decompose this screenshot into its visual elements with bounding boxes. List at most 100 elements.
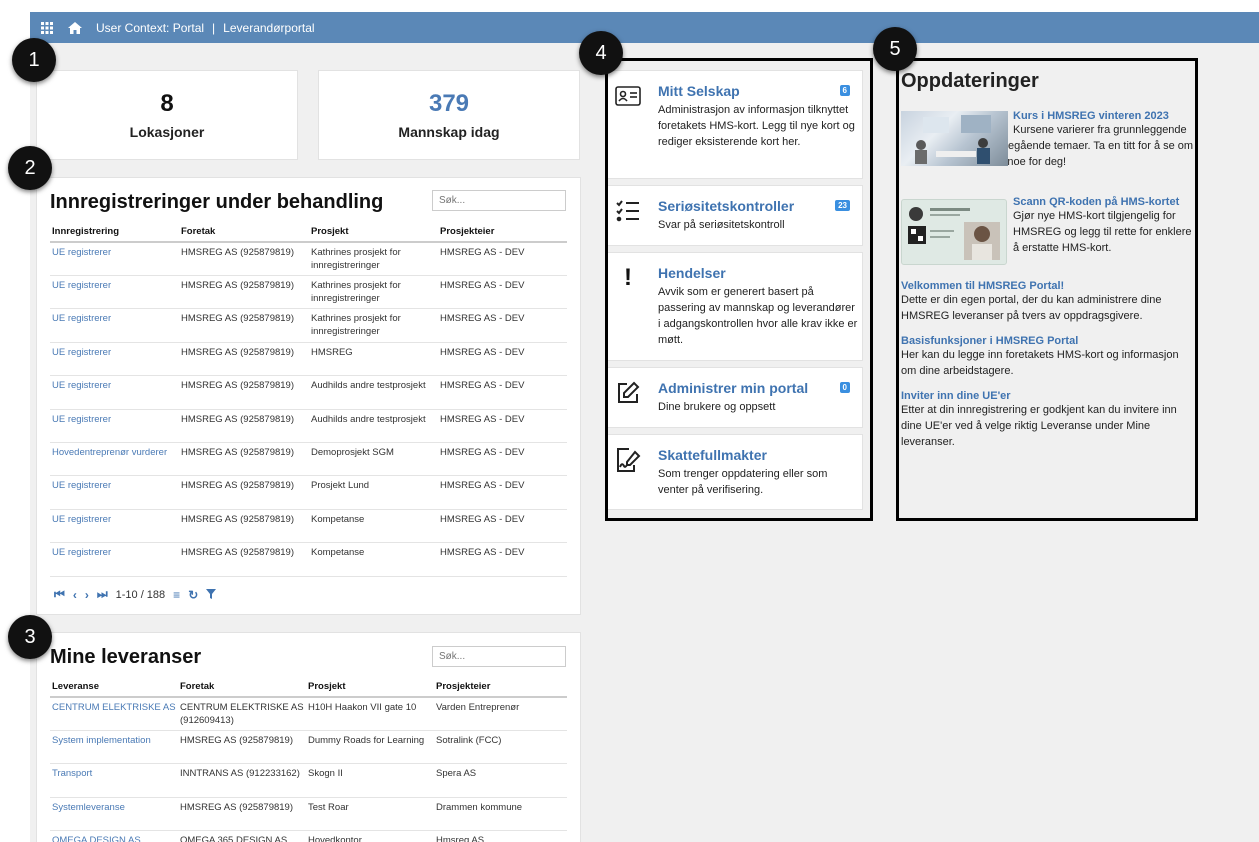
row-link[interactable]: UE registrerer [50,342,179,377]
table-cell: Hmsreg AS [434,830,567,842]
refresh-icon[interactable]: ↻ [188,588,198,602]
table-cell: INNTRANS AS (912233162) [178,763,306,798]
row-link[interactable]: CENTRUM ELEKTRISKE AS [50,697,178,731]
apps-grid-icon[interactable] [40,21,54,35]
table-cell: HMSREG AS (925879819) [178,797,306,832]
registrations-search-input[interactable] [432,190,566,211]
registrations-pager: ⏮ ‹ › ⏭ 1-10 / 188 ≡ ↻ [54,587,217,602]
pager-range-text: 1-10 / 188 [115,588,166,601]
row-link[interactable]: UE registrerer [50,375,179,410]
row-link[interactable]: UE registrerer [50,308,179,343]
table-row[interactable]: UE registrerer HMSREG AS (925879819) Kathr… [50,308,567,343]
table-cell: HMSREG [309,342,438,377]
marker-4: 4 [579,31,623,75]
row-link[interactable]: Hovedentreprenør vurderer [50,442,179,477]
table-cell: Varden Entreprenør [434,697,567,731]
marker-3: 3 [8,615,52,659]
deliveries-search-input[interactable] [432,646,566,667]
column-header[interactable]: Prosjekt [306,677,434,698]
deliveries-table: Leveranse Foretak Prosjekt Prosjekteier … [50,677,567,842]
table-cell: HMSREG AS - DEV [438,475,567,510]
table-cell: Audhilds andre testprosjekt [309,409,438,443]
prev-page-icon[interactable]: ‹ [73,588,77,602]
deliveries-title: Mine leveranser [50,646,202,668]
table-cell: HMSREG AS - DEV [438,275,567,310]
list-icon[interactable]: ≡ [173,588,180,602]
table-row[interactable]: Transport INNTRANS AS (912233162) Skogn II… [50,763,567,798]
row-link[interactable]: OMEGA DESIGN AS [50,830,178,842]
row-link[interactable]: UE registrerer [50,475,179,510]
column-header[interactable]: Foretak [178,677,306,698]
last-page-icon[interactable]: ⏭ [97,587,108,602]
table-cell: Prosjekt Lund [309,475,438,510]
home-icon[interactable] [68,21,82,35]
table-row[interactable]: OMEGA DESIGN AS OMEGA 365 DESIGN AS Hovedk… [50,830,567,842]
table-cell: Kathrines prosjekt for innregistreringer [309,308,438,343]
row-link[interactable]: UE registrerer [50,542,179,577]
filter-icon[interactable] [206,588,217,602]
stat-value: 379 [428,90,470,117]
row-link[interactable]: Transport [50,763,178,798]
table-cell: HMSREG AS (925879819) [179,275,309,310]
table-cell: HMSREG AS - DEV [438,375,567,410]
table-row[interactable]: UE registrerer HMSREG AS (925879819) Kathr… [50,242,567,276]
table-cell: HMSREG AS (925879819) [179,542,309,577]
table-cell: HMSREG AS - DEV [438,308,567,343]
row-link[interactable]: UE registrerer [50,409,179,443]
table-cell: Skogn II [306,763,434,798]
stat-label: Lokasjoner [129,124,205,140]
user-context-label: User Context: Portal [96,20,205,35]
table-cell: HMSREG AS - DEV [438,442,567,477]
table-cell: HMSREG AS - DEV [438,342,567,377]
column-header[interactable]: Innregistrering [50,222,179,243]
table-row[interactable]: UE registrerer HMSREG AS (925879819) HMSRE… [50,342,567,377]
marker-1: 1 [12,38,56,82]
table-cell: OMEGA 365 DESIGN AS [178,830,306,842]
table-cell: Kompetanse [309,542,438,577]
table-row[interactable]: Hovedentreprenør vurderer HMSREG AS (9258… [50,442,567,477]
table-cell: HMSREG AS - DEV [438,542,567,577]
table-cell: Sotralink (FCC) [434,730,567,765]
table-cell: H10H Haakon VII gate 10 [306,697,434,731]
column-header[interactable]: Prosjekteier [434,677,567,698]
highlight-frame-updates [896,58,1198,521]
stat-card-crew[interactable]: 379 Mannskap idag [318,70,580,160]
table-cell: Audhilds andre testprosjekt [309,375,438,410]
stat-value: 8 [160,90,174,117]
row-link[interactable]: UE registrerer [50,509,179,544]
first-page-icon[interactable]: ⏮ [54,587,65,602]
table-row[interactable]: UE registrerer HMSREG AS (925879819) Prosj… [50,475,567,510]
table-row[interactable]: CENTRUM ELEKTRISKE AS CENTRUM ELEKTRISKE … [50,697,567,731]
table-cell: HMSREG AS (925879819) [179,375,309,410]
stat-card-locations[interactable]: 8 Lokasjoner [36,70,298,160]
breadcrumb-separator: | [212,20,216,35]
table-cell: HMSREG AS (925879819) [179,509,309,544]
table-row[interactable]: UE registrerer HMSREG AS (925879819) Kompe… [50,542,567,577]
table-cell: Hovedkontor [306,830,434,842]
column-header[interactable]: Prosjekt [309,222,438,243]
row-link[interactable]: Systemleveranse [50,797,178,832]
table-row[interactable]: UE registrerer HMSREG AS (925879819) Audhi… [50,375,567,410]
stat-label: Mannskap idag [398,124,500,140]
table-cell: Spera AS [434,763,567,798]
row-link[interactable]: UE registrerer [50,242,179,276]
table-cell: Kathrines prosjekt for innregistreringer [309,242,438,276]
column-header[interactable]: Foretak [179,222,309,243]
table-row[interactable]: Systemleveranse HMSREG AS (925879819) Test… [50,797,567,832]
registrations-table: Innregistrering Foretak Prosjekt Prosjek… [50,222,567,577]
table-cell: HMSREG AS (925879819) [179,308,309,343]
table-row[interactable]: UE registrerer HMSREG AS (925879819) Kompe… [50,509,567,544]
portal-name-label[interactable]: Leverandørportal [223,21,314,35]
column-header[interactable]: Prosjekteier [438,222,567,243]
row-link[interactable]: System implementation [50,730,178,765]
table-cell: HMSREG AS (925879819) [178,730,306,765]
table-cell: HMSREG AS (925879819) [179,409,309,443]
table-row[interactable]: System implementation HMSREG AS (92587981… [50,730,567,765]
next-page-icon[interactable]: › [85,588,89,602]
table-row[interactable]: UE registrerer HMSREG AS (925879819) Kathr… [50,275,567,310]
table-row[interactable]: UE registrerer HMSREG AS (925879819) Audhi… [50,409,567,443]
table-cell: Kompetanse [309,509,438,544]
row-link[interactable]: UE registrerer [50,275,179,310]
table-cell: Dummy Roads for Learning [306,730,434,765]
column-header[interactable]: Leveranse [50,677,178,698]
